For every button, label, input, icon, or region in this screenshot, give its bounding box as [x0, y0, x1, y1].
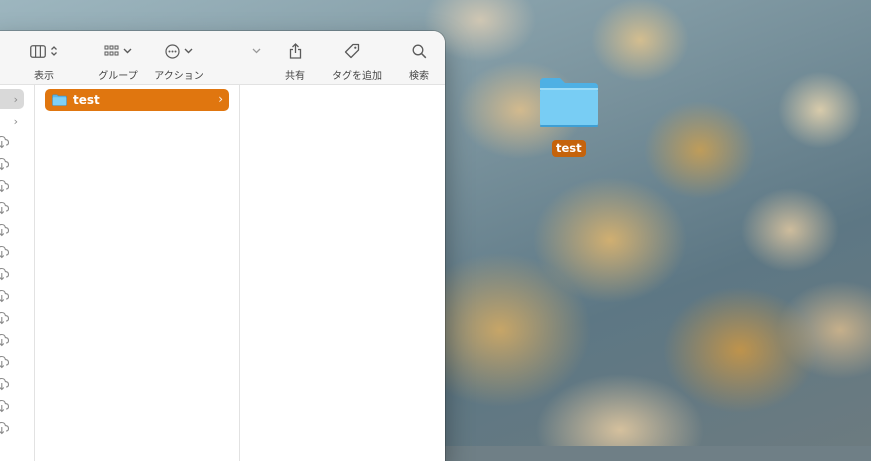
finder-window: 表示 グループ アクション 共有 タグを追加 検索 › › test ›	[0, 31, 445, 461]
cloud-download-icon[interactable]	[0, 399, 10, 413]
group-label: グループ	[98, 71, 138, 82]
search-label: 検索	[409, 71, 429, 82]
cloud-download-icon[interactable]	[0, 355, 10, 369]
cloud-download-icon[interactable]	[0, 157, 10, 171]
share-label: 共有	[285, 71, 305, 82]
cloud-download-icon[interactable]	[0, 179, 10, 193]
folder-icon	[538, 76, 600, 128]
search-button[interactable]: 検索	[409, 31, 429, 84]
parent-row-selected[interactable]: ›	[0, 89, 24, 109]
cloud-download-icon[interactable]	[0, 245, 10, 259]
column-view-icon	[24, 42, 64, 60]
chevron-down-icon	[248, 42, 264, 60]
finder-toolbar: 表示 グループ アクション 共有 タグを追加 検索	[0, 31, 445, 85]
action-label: アクション	[154, 71, 204, 82]
chevron-right-icon: ›	[218, 92, 223, 106]
parent-row[interactable]: ›	[0, 111, 24, 131]
toolbar-overflow-button[interactable]	[248, 31, 264, 84]
add-tag-label: タグを追加	[332, 71, 382, 82]
chevron-right-icon: ›	[13, 114, 18, 128]
list-item-label: test	[73, 93, 100, 107]
desktop-icon-label: test	[552, 140, 586, 157]
cloud-download-icon[interactable]	[0, 267, 10, 281]
tag-icon	[342, 42, 362, 60]
cloud-download-icon[interactable]	[0, 377, 10, 391]
ellipsis-circle-icon	[162, 42, 196, 60]
column-empty	[240, 85, 445, 461]
group-button[interactable]: グループ	[98, 31, 138, 84]
search-icon	[409, 42, 429, 60]
view-label: 表示	[34, 71, 54, 82]
view-button[interactable]: 表示	[24, 31, 64, 84]
cloud-download-icon[interactable]	[0, 135, 10, 149]
updown-chevron-icon	[51, 46, 57, 56]
cloud-download-icon[interactable]	[0, 333, 10, 347]
chevron-right-icon: ›	[13, 92, 18, 106]
column-parent: › ›	[0, 85, 35, 461]
folder-icon	[52, 94, 67, 106]
share-button[interactable]: 共有	[285, 31, 305, 84]
action-button[interactable]: アクション	[154, 31, 204, 84]
cloud-download-icon[interactable]	[0, 311, 10, 325]
chevron-down-icon	[123, 48, 132, 54]
group-grid-icon	[101, 42, 135, 60]
chevron-down-icon	[184, 48, 193, 54]
cloud-download-icon[interactable]	[0, 289, 10, 303]
column-folder-contents: test ›	[35, 85, 240, 461]
cloud-download-icon[interactable]	[0, 421, 10, 435]
cloud-download-icon[interactable]	[0, 223, 10, 237]
list-item-test-folder[interactable]: test ›	[45, 89, 229, 111]
share-icon	[285, 42, 305, 60]
cloud-download-icon[interactable]	[0, 201, 10, 215]
add-tag-button[interactable]: タグを追加	[332, 31, 382, 84]
desktop-folder-test[interactable]: test	[530, 76, 606, 158]
